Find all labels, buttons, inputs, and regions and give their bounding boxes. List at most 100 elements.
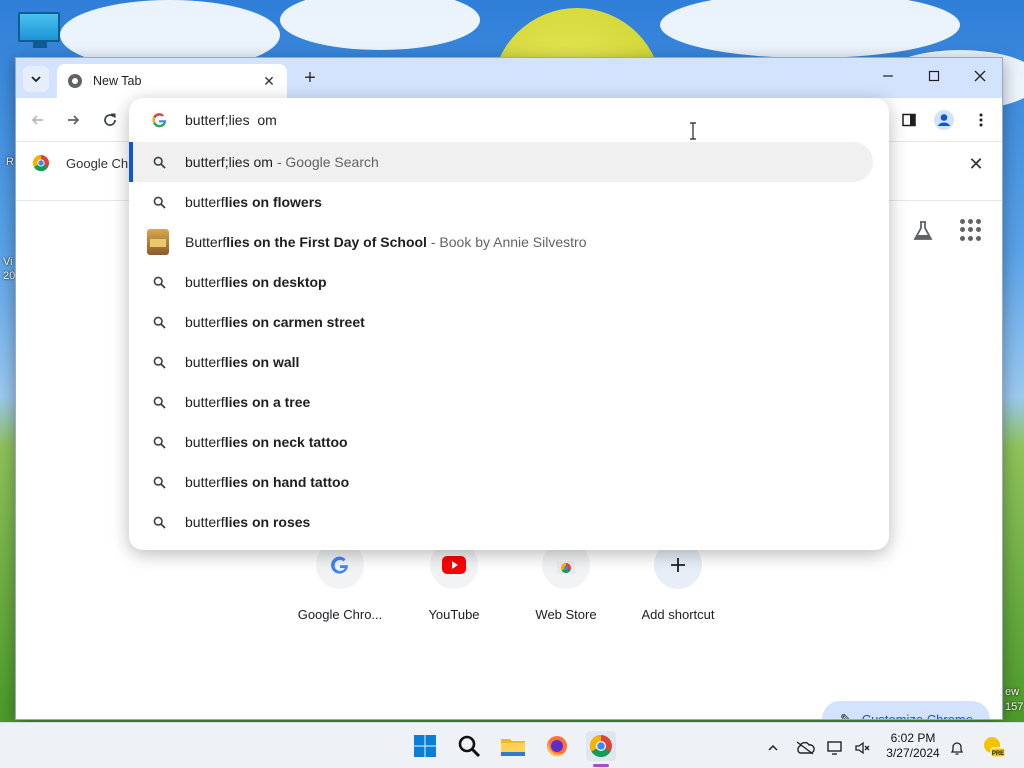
arrow-left-icon: [31, 115, 43, 125]
suggestion-separator: -: [426, 234, 440, 250]
windows-taskbar: 6:02 PM 3/27/2024 PRE: [0, 722, 1024, 768]
display-icon: [827, 741, 842, 755]
bookmark-bar-close-button[interactable]: ✕: [966, 154, 986, 174]
shortcut-label: Web Store: [535, 607, 597, 622]
youtube-icon: [442, 556, 466, 574]
kebab-menu-icon: [979, 113, 983, 127]
search-icon: [458, 735, 481, 758]
this-pc-desktop-icon[interactable]: [18, 12, 62, 52]
suggestion-completion-text: lies on desktop: [224, 274, 327, 290]
chrome-taskbar-button[interactable]: [586, 731, 616, 761]
network-tray-icon[interactable]: [825, 737, 847, 759]
omnibox-input-row[interactable]: [129, 98, 889, 142]
profile-button[interactable]: [932, 108, 956, 132]
onedrive-tray-icon[interactable]: [794, 737, 816, 759]
desktop-label-fragment: 20: [3, 270, 16, 282]
omnibox-suggestion[interactable]: butterf lies on roses: [129, 502, 889, 542]
suggestion-separator: -: [272, 154, 286, 170]
windows-logo-icon: [414, 735, 436, 757]
shortcut-youtube[interactable]: YouTube: [404, 541, 504, 622]
speaker-muted-icon: [855, 741, 870, 755]
start-button[interactable]: [410, 731, 440, 761]
suggestion-typed-text: Butterf: [185, 234, 227, 250]
arrow-right-icon: [68, 115, 80, 125]
tab-strip: New Tab ✕ +: [16, 58, 1002, 98]
suggestion-completion-text: lies on a tree: [224, 394, 311, 410]
maximize-icon: [928, 70, 940, 82]
desktop-label-fragment: ew: [1005, 686, 1020, 698]
suggestion-description: Book by Annie Silvestro: [439, 234, 587, 250]
back-button[interactable]: [26, 108, 50, 132]
omnibox-suggestion[interactable]: butterf lies on carmen street: [129, 302, 889, 342]
suggestion-completion-text: lies on wall: [224, 354, 300, 370]
suggestion-typed-text: butterf: [185, 434, 225, 450]
tab-close-button[interactable]: ✕: [261, 73, 277, 89]
omnibox-suggestion[interactable]: butterf lies on hand tattoo: [129, 462, 889, 502]
firefox-icon: [547, 736, 567, 757]
shortcut-web-store[interactable]: Web Store: [516, 541, 616, 622]
bookmark-google-chrome[interactable]: Google Ch: [32, 154, 128, 172]
show-hidden-icons-button[interactable]: [762, 737, 784, 759]
chrome-logo-icon: [32, 154, 49, 172]
forward-button[interactable]: [61, 108, 85, 132]
suggestion-typed-text: butterf: [185, 274, 225, 290]
omnibox-suggestion[interactable]: butterf;lies om - Google Search: [129, 142, 873, 182]
book-thumbnail-icon: [147, 229, 169, 255]
plus-icon: [671, 558, 685, 572]
google-apps-icon[interactable]: [960, 219, 982, 241]
search-icon: [151, 194, 167, 210]
clock-time: 6:02 PM: [890, 731, 936, 745]
side-panel-icon: [902, 113, 916, 127]
omnibox-suggestion[interactable]: Butterf lies on the First Day of School -…: [129, 222, 889, 262]
suggestion-completion-text: lies on carmen street: [224, 314, 365, 330]
cloud-offline-icon: [796, 741, 815, 755]
omnibox-suggestion[interactable]: butterf lies on a tree: [129, 382, 889, 422]
folder-icon: [501, 739, 525, 756]
reload-icon: [104, 113, 116, 126]
window-close-button[interactable]: [957, 58, 1002, 94]
firefox-button[interactable]: [542, 731, 572, 761]
minimize-button[interactable]: [865, 58, 911, 94]
desktop-label-fragment: R: [6, 156, 14, 168]
shortcut-label: Google Chro...: [297, 607, 383, 622]
chevron-up-icon: [768, 744, 778, 751]
suggestion-typed-text: butterf: [185, 514, 225, 530]
suggestion-completion-text: lies on neck tattoo: [224, 434, 348, 450]
omnibox-suggestion[interactable]: butterf lies on desktop: [129, 262, 889, 302]
shortcut-label: Add shortcut: [641, 607, 715, 622]
notifications-button[interactable]: [946, 737, 968, 759]
suggestion-typed-text: butterf: [185, 354, 225, 370]
reload-button[interactable]: [98, 108, 122, 132]
chrome-menu-button[interactable]: [969, 108, 993, 132]
weather-sun-icon: PRE: [984, 737, 1006, 758]
omnibox-suggestion[interactable]: butterf lies on neck tattoo: [129, 422, 889, 462]
tab-search-button[interactable]: [23, 66, 49, 92]
maximize-button[interactable]: [911, 58, 957, 94]
close-icon: [974, 70, 986, 82]
search-icon: [151, 314, 167, 330]
widgets-weather-button[interactable]: PRE: [980, 733, 1006, 759]
file-explorer-button[interactable]: [498, 731, 528, 761]
clock[interactable]: 6:02 PM 3/27/2024: [880, 731, 946, 761]
new-tab-button[interactable]: +: [298, 66, 322, 90]
shortcut-add[interactable]: Add shortcut: [628, 541, 728, 622]
active-app-indicator: [593, 764, 609, 767]
address-bar-input[interactable]: [185, 112, 685, 128]
volume-tray-icon[interactable]: [851, 737, 873, 759]
suggestion-typed-text: butterf: [185, 474, 225, 490]
omnibox-suggestion[interactable]: butterf lies on wall: [129, 342, 889, 382]
search-icon: [151, 434, 167, 450]
tab-new-tab[interactable]: New Tab ✕: [57, 64, 287, 98]
search-icon: [151, 394, 167, 410]
suggestion-typed-text: butterf: [185, 314, 225, 330]
customize-chrome-button[interactable]: ✎ Customize Chrome: [822, 701, 990, 719]
shortcut-google-chrome[interactable]: Google Chro...: [290, 541, 390, 622]
desktop-label-fragment: 157: [1005, 701, 1024, 713]
omnibox-suggestion[interactable]: butterf lies on flowers: [129, 182, 889, 222]
bell-icon: [950, 742, 964, 755]
search-taskbar-button[interactable]: [454, 731, 484, 761]
tab-title: New Tab: [93, 74, 142, 88]
side-panel-button[interactable]: [897, 108, 921, 132]
suggestion-description: Google Search: [285, 154, 379, 170]
chrome-labs-icon[interactable]: [911, 219, 935, 243]
